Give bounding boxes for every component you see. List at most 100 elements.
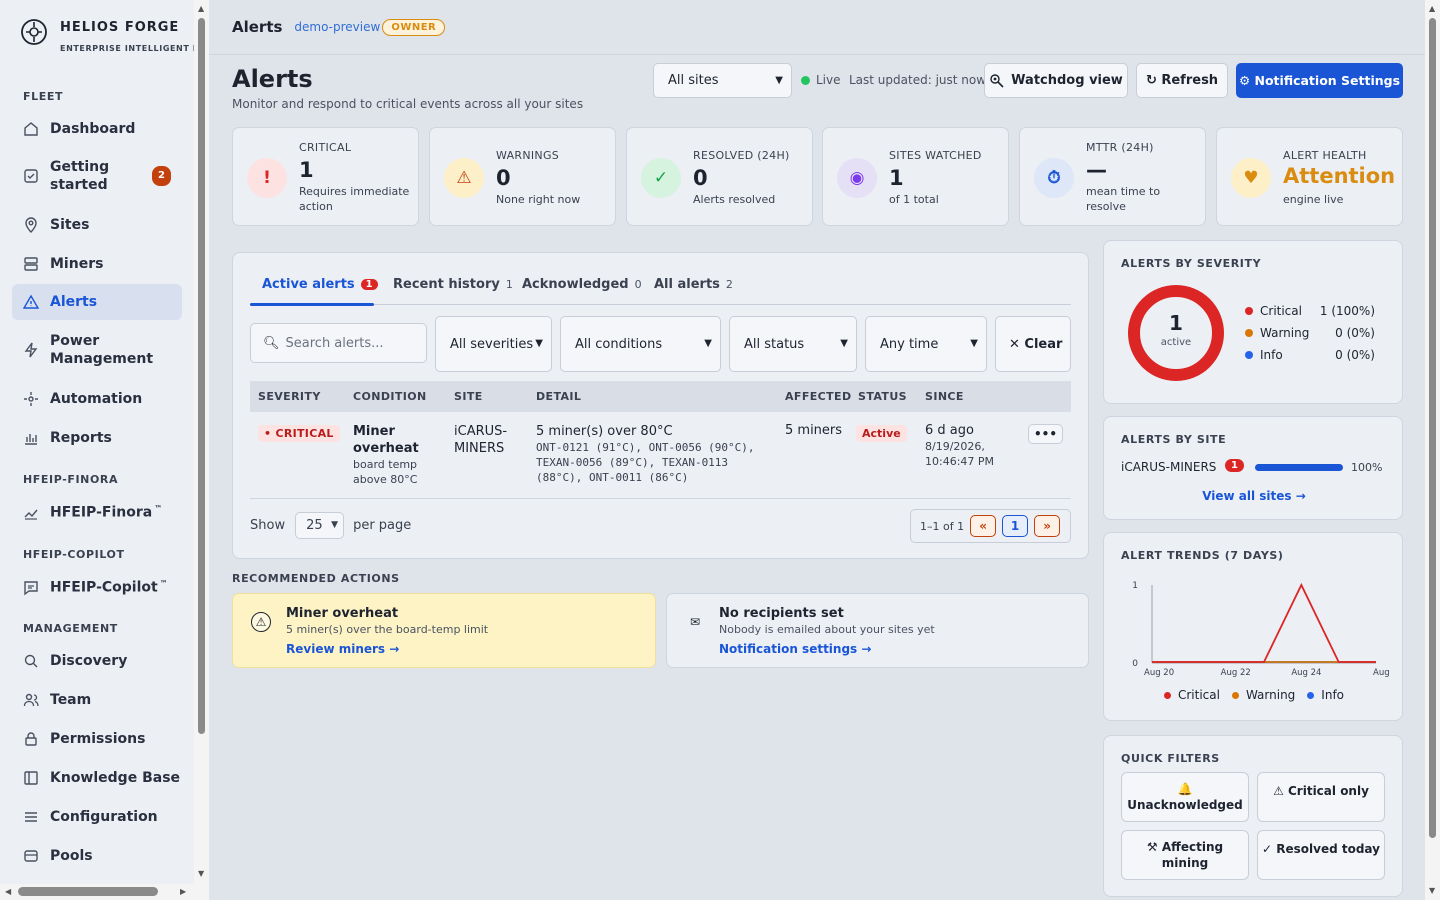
warning-icon: ⚠ [251,612,271,632]
scroll-left-icon[interactable]: ◀ [5,887,11,896]
site-cell[interactable]: iCARUS- MINERS [454,423,507,457]
th-affected[interactable]: AFFECTED [785,390,851,403]
notification-settings-button[interactable]: ⚙ Notification Settings [1236,63,1403,98]
sidebar-item-permissions[interactable]: Permissions [12,726,182,751]
sidebar-item-dashboard[interactable]: Dashboard [12,116,182,141]
map-pin-icon [25,216,37,233]
page-range: 1–1 of 1 [920,519,965,533]
prev-page-button[interactable]: « [970,515,997,537]
page-title: Alerts [232,65,313,93]
th-severity[interactable]: SEVERITY [258,390,321,403]
automation-icon [24,391,38,406]
severity-filter[interactable]: All severities ▼ [435,316,552,372]
affecting-mining-filter-button[interactable]: ⚒ Affecting mining [1121,830,1249,880]
th-condition[interactable]: CONDITION [353,390,427,403]
sidebar-item-power-management[interactable]: Power Management [12,330,182,370]
tab-all-alerts[interactable]: All alerts 2 [654,277,733,292]
trend-chart: 0 1 Aug 20 Aug 22 Aug 24 Aug [1132,581,1390,678]
scroll-right-icon[interactable]: ▶ [180,887,186,896]
row-actions-button[interactable]: ••• [1028,424,1063,444]
severity-badge: • CRITICAL [258,425,340,442]
watchdog-view-button[interactable]: Watchdog view [984,63,1128,98]
brand[interactable]: HELIOS FORGE ENTERPRISE INTELLIGENT PLAT… [20,18,194,53]
time-filter[interactable]: Any time ▼ [865,316,987,372]
alert-tabs: Active alerts 1 Recent history 1 Acknowled… [250,273,1071,306]
sidebar-scroll-thumb[interactable] [198,18,205,734]
sidebar-item-alerts[interactable]: Alerts [12,284,182,320]
status-filter[interactable]: All status ▼ [729,316,857,372]
role-badge: OWNER [382,18,446,36]
condition-cell: Miner overheat board temp above 80°C [353,424,419,486]
view-all-sites-link[interactable]: View all sites → [1104,489,1404,503]
resolved-today-filter-button[interactable]: ✓ Resolved today [1257,830,1385,880]
legend-warning: Warning [1231,688,1295,702]
chevron-down-icon: ▼ [840,338,848,349]
sidebar-item-reports[interactable]: Reports [12,425,182,450]
search-input[interactable]: 🔍︎ Search alerts... [250,323,427,363]
sidebar-item-getting-started[interactable]: Getting started 2 [12,156,182,196]
eye-icon: ◉ [837,158,877,198]
tab-recent-history[interactable]: Recent history 1 [393,277,513,292]
next-page-button[interactable]: » [1034,515,1061,537]
stat-mttr[interactable]: ⏱ MTTR (24H) — mean time to resolve [1019,127,1206,226]
stat-critical[interactable]: ! CRITICAL 1 Requires immediate action [232,127,419,226]
sidebar-item-label: Knowledge Base [50,769,181,786]
tab-acknowledged[interactable]: Acknowledged 0 [522,277,642,292]
site-name[interactable]: iCARUS-MINERS [1121,460,1216,474]
scroll-down-icon[interactable]: ▼ [1429,886,1435,895]
sidebar-item-team[interactable]: Team [12,687,182,712]
stat-sites-watched[interactable]: ◉ SITES WATCHED 1 of 1 total [822,127,1009,226]
clear-filters-button[interactable]: ✕ Clear [995,316,1071,372]
th-site[interactable]: SITE [454,390,483,403]
stat-resolved[interactable]: ✓ RESOLVED (24H) 0 Alerts resolved [626,127,813,226]
mail-icon: ✉ [689,615,701,629]
unacknowledged-filter-button[interactable]: 🔔 Unacknowledged [1121,772,1249,822]
sidebar-item-automation[interactable]: Automation [12,386,182,411]
sidebar-item-configuration[interactable]: Configuration [12,804,182,829]
scroll-down-icon[interactable]: ▼ [198,869,204,878]
th-detail[interactable]: DETAIL [536,390,581,403]
sidebar-item-pools[interactable]: Pools [12,843,182,868]
tenant-link[interactable]: demo-preview [294,20,380,34]
stat-value: 1 [889,166,904,190]
critical-only-filter-button[interactable]: ⚠ Critical only [1257,772,1385,822]
th-status[interactable]: STATUS [858,390,907,403]
sidebar-item-copilot[interactable]: HFEIP-Copilot ™ [12,575,182,600]
sidebar-item-sites[interactable]: Sites [12,212,182,237]
stat-alert-health[interactable]: ♥ ALERT HEALTH Attention engine live [1216,127,1403,226]
stat-sub: None right now [496,193,581,206]
per-page-select[interactable]: 25 ▼ [295,512,345,539]
last-updated: Last updated: just now [849,73,987,87]
x-tick-label: Aug [1373,668,1390,678]
stat-sub: Requires immediate action [299,185,410,213]
notification-settings-link[interactable]: Notification settings → [719,642,871,656]
main-scroll-thumb[interactable] [1429,18,1436,838]
recommendation-card[interactable]: ⚠ Miner overheat 5 miner(s) over the boa… [232,593,656,668]
th-since[interactable]: SINCE [925,390,964,403]
sidebar-item-finora[interactable]: HFEIP-Finora ™ [12,500,182,525]
site-pct: 100% [1351,461,1383,474]
sidebar-item-discovery[interactable]: Discovery [12,648,182,673]
table-row[interactable]: • CRITICAL Miner overheat board temp above… [250,413,1071,499]
alerts-by-site-panel: ALERTS BY SITE iCARUS-MINERS 1 100% View… [1103,416,1403,520]
sidebar-item-knowledge-base[interactable]: Knowledge Base [12,765,182,790]
condition-filter[interactable]: All conditions ▼ [560,316,721,372]
scroll-up-icon[interactable]: ▲ [1429,4,1435,13]
series-line-critical [1152,582,1376,663]
scroll-up-icon[interactable]: ▲ [198,4,204,13]
site-select[interactable]: All sites ▼ [653,63,792,98]
page-1-button[interactable]: 1 [1002,515,1029,537]
book-icon [24,770,38,785]
stat-sub: mean time to resolve [1086,185,1161,213]
check-icon: ✓ [641,158,681,198]
tab-active-alerts[interactable]: Active alerts 1 [262,277,378,292]
recommendation-card[interactable]: ✉ No recipients set Nobody is emailed ab… [666,593,1089,668]
sidebar-item-label: Getting started [50,159,110,193]
stat-warnings[interactable]: ⚠ WARNINGS 0 None right now [429,127,616,226]
sidebar-hscroll-thumb[interactable] [18,887,158,896]
refresh-button[interactable]: ↻ Refresh [1136,63,1228,98]
bolt-icon [24,342,38,358]
sidebar-item-miners[interactable]: Miners [12,251,182,276]
panel-title: QUICK FILTERS [1121,752,1220,765]
review-miners-link[interactable]: Review miners → [286,642,399,656]
